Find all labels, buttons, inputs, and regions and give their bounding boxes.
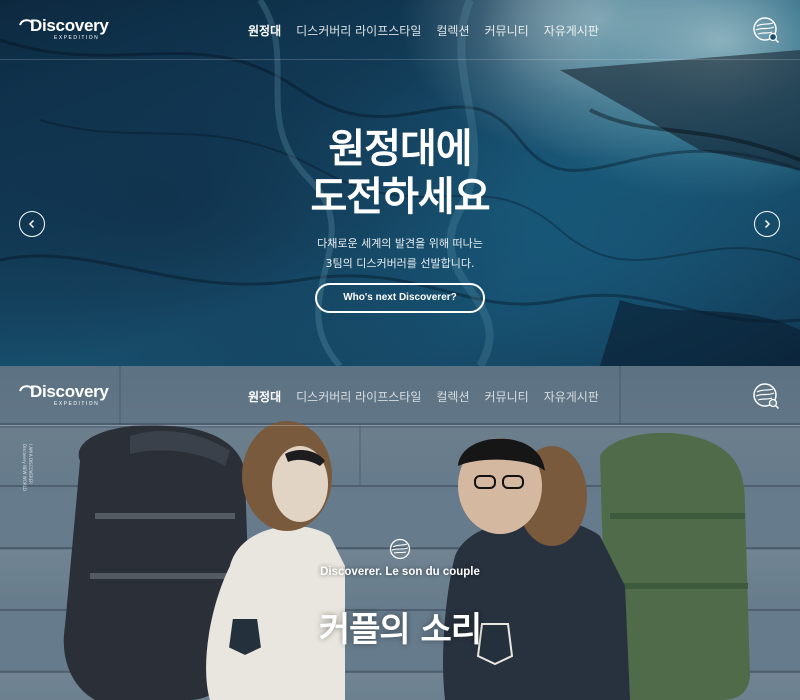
couple-section: Discovery EXPEDITION 원정대 디스커버리 라이프스타일 컬렉… xyxy=(0,366,800,700)
hero-slide: Discovery EXPEDITION 원정대 디스커버리 라이프스타일 컬렉… xyxy=(0,0,800,366)
logo-subtext: EXPEDITION xyxy=(54,35,100,41)
main-nav: 원정대 디스커버리 라이프스타일 컬렉션 커뮤니티 자유게시판 xyxy=(248,22,599,39)
globe-emblem-icon xyxy=(389,538,411,560)
hero-description: 다채로운 세계의 발견을 위해 떠나는 3팀의 디스커버러를 선발합니다. xyxy=(250,234,550,274)
whos-next-button[interactable]: Who's next Discoverer? xyxy=(315,283,485,313)
logo-wordmark: Discovery xyxy=(30,16,109,35)
hero-title: 원정대에 도전하세요 xyxy=(200,125,600,221)
nav-item-community[interactable]: 커뮤니티 xyxy=(485,22,529,39)
hero-title-line1: 원정대에 xyxy=(328,126,472,172)
nav-item-collection[interactable]: 컬렉션 xyxy=(436,22,469,39)
logo-subtext: EXPEDITION xyxy=(54,401,100,407)
globe-search-icon[interactable] xyxy=(752,382,780,410)
couple-subtitle: Discoverer. Le son du couple xyxy=(320,566,480,578)
logo-wordmark: Discovery xyxy=(30,382,109,401)
main-nav-secondary: 원정대 디스커버리 라이프스타일 컬렉션 커뮤니티 자유게시판 xyxy=(248,388,599,405)
nav-item-board[interactable]: 자유게시판 xyxy=(544,22,599,39)
discovery-logo-secondary[interactable]: Discovery EXPEDITION xyxy=(19,382,116,410)
vertical-caption: I AM A DISCOVERER Discovery NEW WORLD xyxy=(22,444,33,491)
nav-item-expedition[interactable]: 원정대 xyxy=(248,388,281,405)
nav-item-lifestyle[interactable]: 디스커버리 라이프스타일 xyxy=(296,22,421,39)
next-slide-button[interactable] xyxy=(754,211,780,237)
nav-item-collection[interactable]: 컬렉션 xyxy=(436,388,469,405)
nav-item-board[interactable]: 자유게시판 xyxy=(544,388,599,405)
prev-slide-button[interactable] xyxy=(19,211,45,237)
top-navigation: Discovery EXPEDITION 원정대 디스커버리 라이프스타일 컬렉… xyxy=(0,0,800,60)
nav-item-lifestyle[interactable]: 디스커버리 라이프스타일 xyxy=(296,388,421,405)
hero-desc-line2: 3팀의 디스커버러를 선발합니다. xyxy=(325,257,475,270)
chevron-right-icon xyxy=(764,219,771,229)
chevron-left-icon xyxy=(28,219,35,229)
top-navigation-secondary: Discovery EXPEDITION 원정대 디스커버리 라이프스타일 컬렉… xyxy=(0,366,800,426)
hero-title-line2: 도전하세요 xyxy=(310,174,491,220)
discovery-logo[interactable]: Discovery EXPEDITION xyxy=(19,16,116,44)
hero-desc-line1: 다채로운 세계의 발견을 위해 떠나는 xyxy=(317,237,483,250)
globe-search-icon[interactable] xyxy=(752,16,780,44)
nav-item-expedition[interactable]: 원정대 xyxy=(248,22,281,39)
couple-title: 커플의 소리 xyxy=(318,610,482,650)
nav-item-community[interactable]: 커뮤니티 xyxy=(485,388,529,405)
